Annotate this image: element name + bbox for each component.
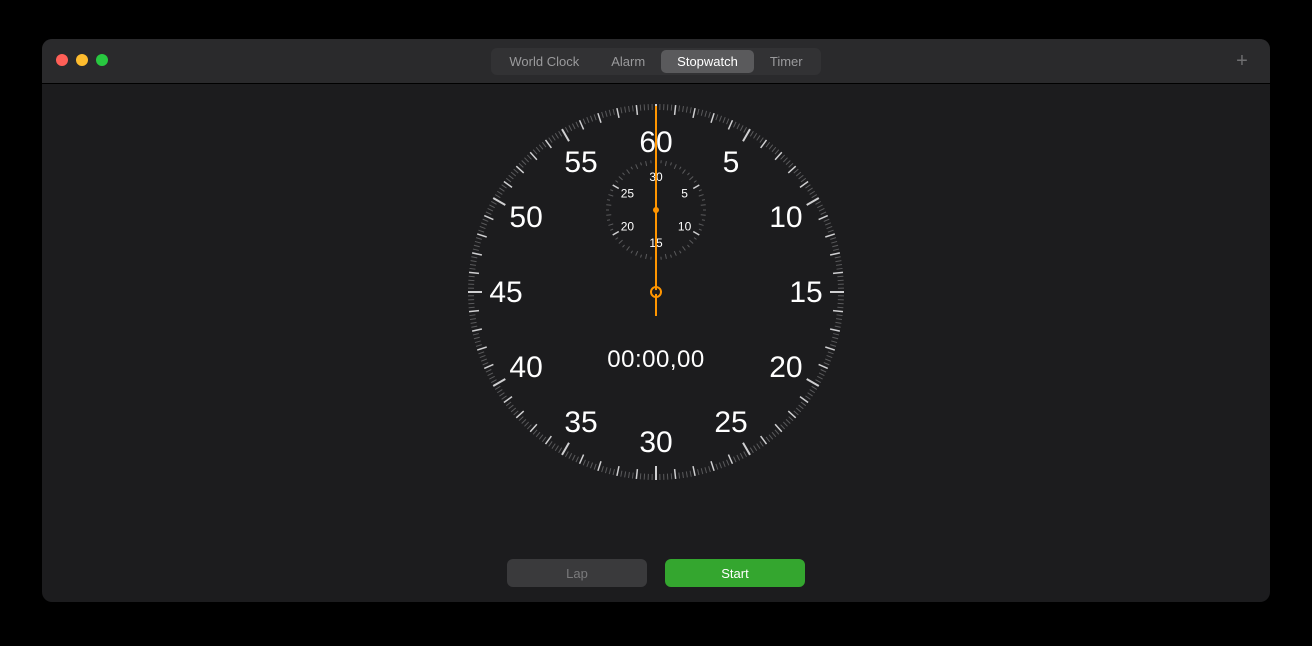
window-controls [56, 54, 108, 66]
minimize-icon[interactable] [76, 54, 88, 66]
tab-alarm[interactable]: Alarm [595, 50, 661, 73]
svg-text:15: 15 [789, 276, 822, 309]
titlebar: World Clock Alarm Stopwatch Timer + [42, 39, 1270, 84]
close-icon[interactable] [56, 54, 68, 66]
svg-text:10: 10 [769, 201, 802, 234]
svg-text:5: 5 [723, 146, 740, 179]
tab-world-clock[interactable]: World Clock [493, 50, 595, 73]
analog-dial: 6051015202530354045505530510152025 [462, 98, 850, 491]
add-icon[interactable]: + [1230, 49, 1254, 73]
svg-text:30: 30 [639, 426, 672, 459]
clock-window: World Clock Alarm Stopwatch Timer + 6051… [42, 39, 1270, 602]
tab-bar: World Clock Alarm Stopwatch Timer [491, 48, 820, 75]
svg-text:40: 40 [509, 351, 542, 384]
svg-text:45: 45 [489, 276, 522, 309]
svg-text:25: 25 [714, 406, 747, 439]
svg-text:55: 55 [564, 146, 597, 179]
svg-text:20: 20 [621, 220, 635, 234]
zoom-icon[interactable] [96, 54, 108, 66]
start-button[interactable]: Start [665, 559, 805, 587]
svg-text:25: 25 [621, 187, 635, 201]
stopwatch-buttons: Lap Start [507, 559, 805, 587]
tab-stopwatch[interactable]: Stopwatch [661, 50, 754, 73]
svg-text:50: 50 [509, 201, 542, 234]
stopwatch-pane: 6051015202530354045505530510152025 00:00… [42, 84, 1270, 602]
svg-text:10: 10 [678, 220, 692, 234]
svg-text:5: 5 [681, 187, 688, 201]
tab-timer[interactable]: Timer [754, 50, 819, 73]
svg-text:20: 20 [769, 351, 802, 384]
lap-button[interactable]: Lap [507, 559, 647, 587]
elapsed-time: 00:00,00 [607, 346, 704, 374]
svg-text:35: 35 [564, 406, 597, 439]
